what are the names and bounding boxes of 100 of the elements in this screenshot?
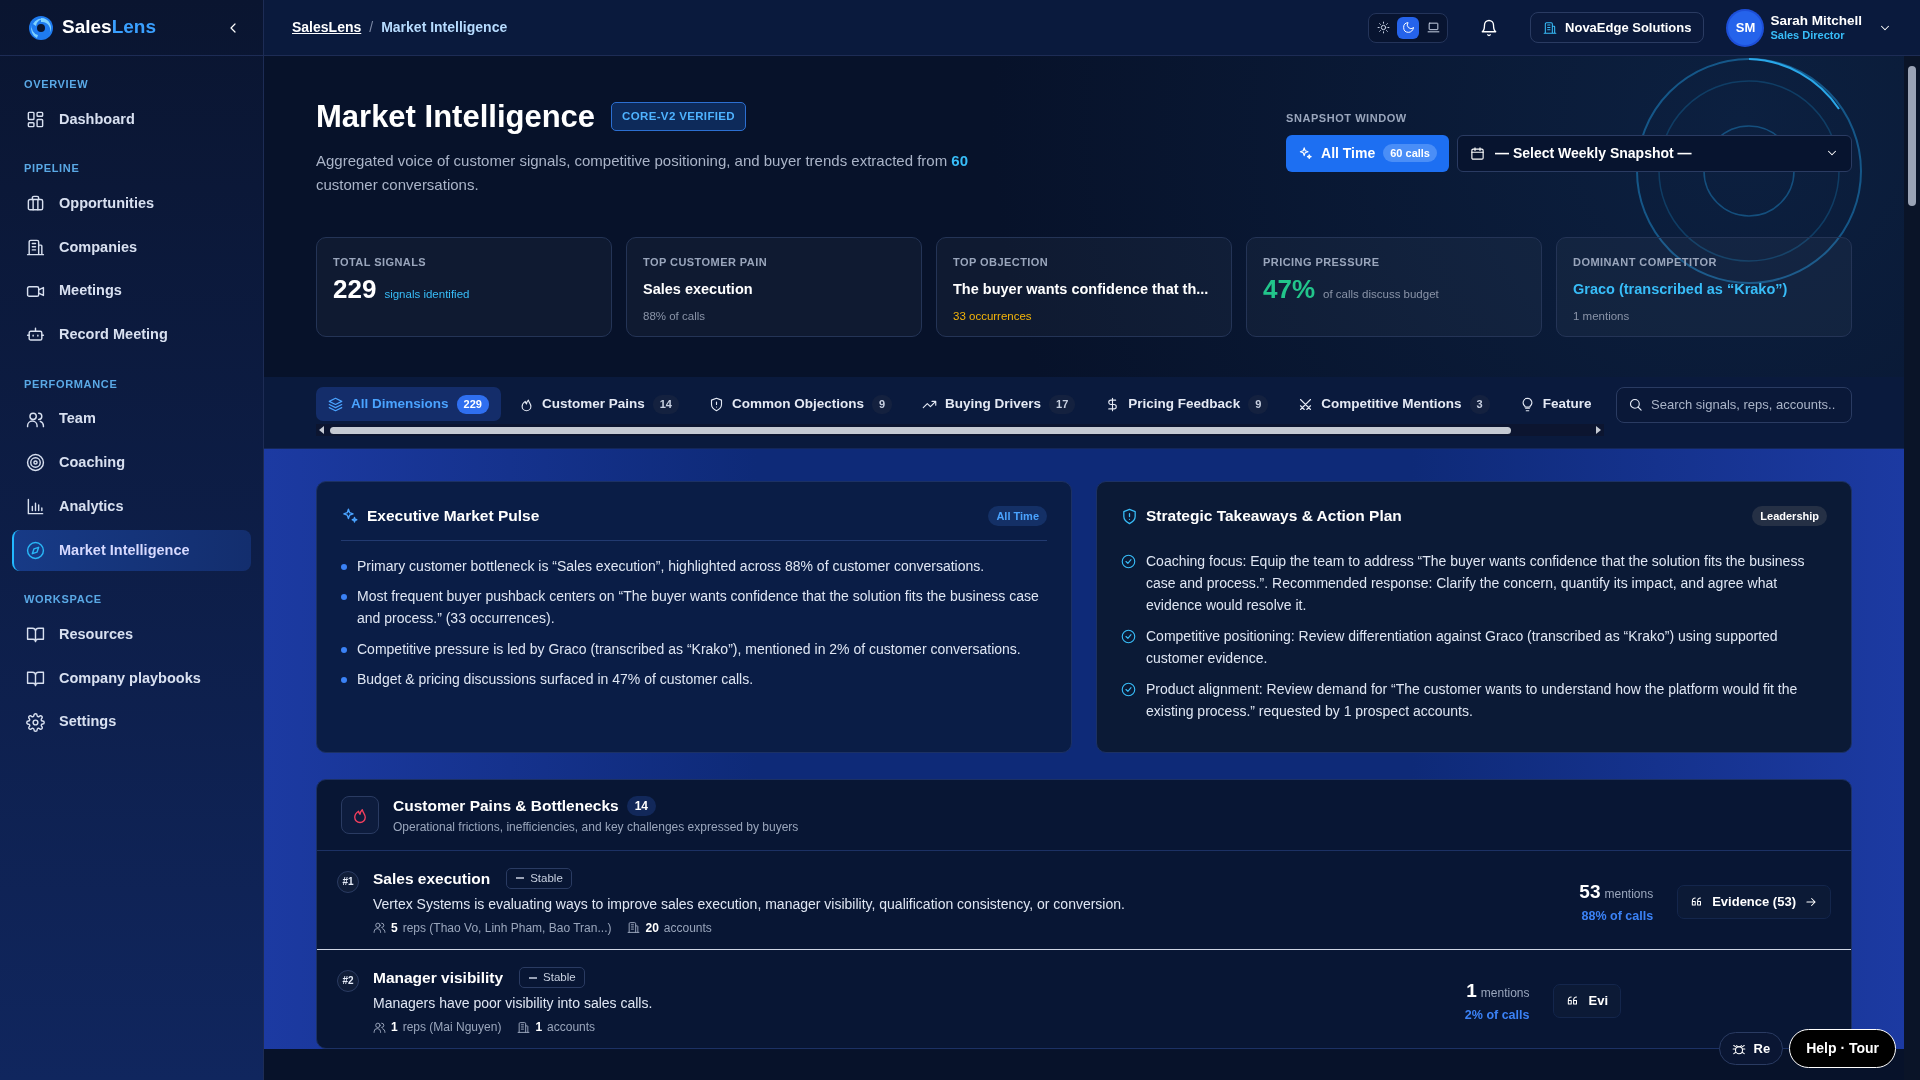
section-heading: OVERVIEW	[23, 77, 90, 92]
shield-icon	[1121, 507, 1138, 525]
flame-icon	[518, 396, 534, 412]
nav-item[interactable]: Meetings	[12, 270, 251, 312]
nav-item[interactable]: Team	[12, 398, 251, 440]
kpi-note: of calls discuss budget	[1323, 286, 1439, 302]
count-badge: 14	[626, 796, 657, 817]
card-title: Strategic Takeaways & Action Plan	[1146, 506, 1402, 527]
bullet-dot	[341, 677, 347, 684]
mention-count: 1	[1466, 979, 1477, 1004]
book-icon	[26, 668, 45, 688]
dash-icon	[515, 877, 526, 880]
kpi-label: TOP CUSTOMER PAIN	[643, 255, 769, 271]
nav-item[interactable]: Dashboard	[12, 98, 251, 141]
all-time-button[interactable]: All Time 60 calls	[1286, 134, 1449, 172]
user-avatar: SM	[1728, 10, 1763, 45]
shield-icon	[708, 396, 724, 412]
kpi-value: 47%	[1263, 274, 1316, 304]
search-field[interactable]: Search signals, reps, accounts..	[1616, 387, 1852, 423]
breadcrumb-current: Market Intelligence	[381, 18, 508, 37]
reps-info: 1 reps (Mai Nguyen)	[373, 1018, 502, 1037]
section-subtitle: Operational frictions, inefficiencies, and key challenges expressed by buyers	[393, 818, 799, 836]
compass-icon	[26, 540, 45, 560]
reps-info: 5 reps (Thao Vo, Linh Pham, Bao Tran...)	[373, 918, 612, 937]
evidence-button[interactable]: Evi	[1553, 984, 1621, 1018]
nav-item[interactable]: Companies	[12, 226, 251, 269]
help-tour-button[interactable]: Help · Tour	[1789, 1029, 1896, 1068]
trend-tag: Stable	[506, 867, 572, 889]
kpi-note: 33 occurrences	[953, 309, 1033, 325]
nav-item[interactable]: Resources	[12, 613, 251, 656]
kpi-label: TOTAL SIGNALS	[333, 255, 428, 271]
dimension-tab[interactable]: All Dimensions 229	[316, 387, 501, 422]
nav-item[interactable]: Analytics	[12, 485, 251, 528]
page-description: Aggregated voice of customer signals, competitive positioning, and buyer trends extracted from 60 customer conversations.	[316, 151, 970, 196]
bell-icon	[1480, 18, 1499, 37]
dimension-tab[interactable]: Competitive Mentions 3	[1286, 387, 1502, 422]
building-icon	[26, 237, 45, 257]
dash-icon	[528, 976, 539, 979]
nav-item[interactable]: Company playbooks	[12, 657, 251, 700]
tag: Leadership	[1752, 505, 1827, 527]
section-heading: PIPELINE	[23, 161, 81, 177]
building-icon	[517, 1020, 531, 1034]
bullet-dot	[341, 563, 347, 570]
user-name: Sarah Mitchell	[1770, 14, 1862, 29]
week-select[interactable]: — Select Weekly Snapshot —	[1457, 134, 1852, 172]
breadcrumb-link[interactable]: SalesLens	[292, 17, 362, 38]
mention-label: mentions	[1604, 886, 1654, 904]
flame-icon	[341, 796, 379, 835]
bullet-text: Budget & pricing discussions surfaced in 47% of customer calls.	[357, 670, 754, 690]
calendar-icon	[1470, 145, 1485, 161]
bullet-text: Primary customer bottleneck is “Sales execution”, highlighted across 88% of customer conversations.	[357, 556, 985, 576]
dimension-tab[interactable]: Feature	[1507, 387, 1604, 422]
rank-badge: #2	[337, 969, 359, 992]
accounts-info: 1 accounts	[517, 1018, 596, 1037]
nav-item[interactable]: Coaching	[12, 442, 251, 484]
evidence-button[interactable]: Evidence (53)	[1677, 885, 1831, 919]
bullet-dot	[341, 594, 347, 601]
kpi-note: signals identified	[384, 286, 470, 302]
nav-item[interactable]: Market Intelligence	[12, 529, 251, 572]
pain-description: Vertex Systems is evaluating ways to improve sales execution, manager visibility, qualification consistency, or conversion.	[373, 894, 1126, 914]
users-icon	[373, 921, 386, 935]
scroll-right-icon[interactable]	[1594, 426, 1602, 435]
kpi-value: 229	[333, 274, 377, 304]
nav-item[interactable]: Settings	[12, 701, 251, 743]
logo-icon	[28, 14, 54, 41]
sparkles-icon	[1298, 145, 1314, 161]
theme-mode-button[interactable]	[1397, 16, 1420, 39]
dimension-tab[interactable]: Customer Pains 14	[506, 387, 691, 422]
takeaway-text: Competitive positioning: Review differentiation against Graco (transcribed as “Krako”) using supported customer evidence.	[1146, 626, 1779, 669]
mention-label: mentions	[1480, 985, 1530, 1003]
trend-tag: Stable	[519, 966, 585, 989]
users-icon	[373, 1020, 386, 1034]
page-title: Market Intelligence	[316, 98, 596, 136]
book-icon	[26, 625, 45, 645]
nav-item[interactable]: Opportunities	[12, 182, 251, 225]
check-circle-icon	[1121, 681, 1136, 697]
section-heading: PERFORMANCE	[23, 376, 119, 392]
section-heading: WORKSPACE	[23, 592, 103, 608]
settings-icon	[26, 712, 45, 732]
kpi-value: Graco (transcribed as “Krako”)	[1573, 279, 1789, 299]
dimension-tab[interactable]: Pricing Feedback 9	[1093, 387, 1281, 422]
notifications-button[interactable]	[1480, 18, 1499, 37]
scroll-left-icon[interactable]	[318, 426, 326, 435]
check-circle-icon	[1121, 553, 1136, 569]
moon-icon	[1401, 21, 1415, 34]
horizontal-scrollbar[interactable]	[316, 424, 1604, 437]
scrollbar-thumb[interactable]	[1908, 66, 1916, 206]
organization-button[interactable]: NovaEdge Solutions	[1530, 11, 1705, 44]
kpi-label: DOMINANT COMPETITOR	[1573, 255, 1718, 271]
crossed-swords-icon	[1298, 396, 1314, 412]
pain-title: Sales execution	[373, 868, 491, 889]
breadcrumb-separator: /	[369, 18, 374, 37]
kpi-value: Sales execution	[643, 279, 754, 299]
nav-item[interactable]: Record Meeting	[12, 314, 251, 356]
kpi-note: 88% of calls	[643, 309, 706, 325]
dimension-tab[interactable]: Buying Drivers 17	[910, 387, 1088, 422]
snapshot-label: SNAPSHOT WINDOW	[1286, 111, 1408, 126]
pain-description: Managers have poor visibility into sales calls.	[373, 994, 654, 1014]
target-icon	[26, 453, 45, 473]
dimension-tab[interactable]: Common Objections 9	[696, 387, 905, 422]
